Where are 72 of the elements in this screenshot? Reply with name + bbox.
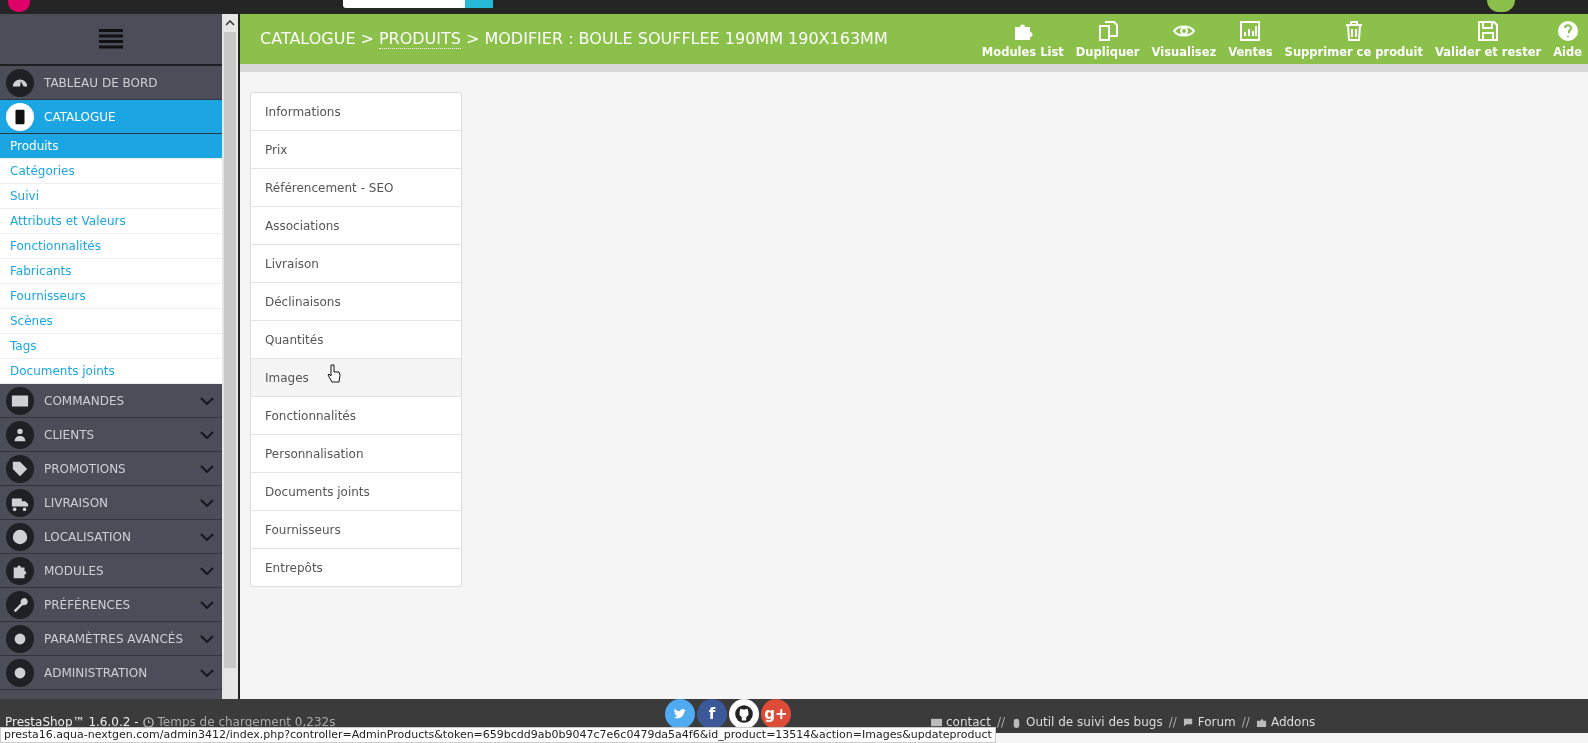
twitter-icon[interactable] xyxy=(665,699,695,729)
help-icon xyxy=(1555,19,1580,43)
chat-icon xyxy=(1182,716,1194,728)
tab[interactable]: Fonctionnalités xyxy=(251,397,461,435)
users-icon xyxy=(6,420,34,449)
book-icon xyxy=(6,102,34,131)
separator-text: // xyxy=(1168,715,1177,729)
tab[interactable]: Livraison xyxy=(251,245,461,283)
sidebar-item[interactable]: LOCALISATION xyxy=(0,520,222,554)
submenu-item[interactable]: Fabricants xyxy=(0,259,222,284)
envelope-icon xyxy=(931,716,942,728)
avatar-icon[interactable] xyxy=(1487,0,1515,12)
tab[interactable]: Associations xyxy=(251,207,461,245)
breadcrumb-text: > MODIFIER : BOULE SOUFFLEE 190MM 190X163MM xyxy=(465,29,888,49)
tab[interactable]: Documents joints xyxy=(251,473,461,511)
logo-icon xyxy=(8,0,30,12)
footer-link[interactable]: Forum xyxy=(1197,715,1236,729)
github-icon[interactable] xyxy=(729,699,759,729)
puzzle-icon xyxy=(1255,716,1267,728)
sidebar-item[interactable]: CATALOGUE xyxy=(0,100,222,134)
truck-icon xyxy=(6,488,34,517)
google-plus-icon[interactable]: g+ xyxy=(761,699,791,729)
footer-link[interactable]: Outil de suivi des bugs xyxy=(1026,715,1163,729)
submenu-item[interactable]: Fonctionnalités xyxy=(0,234,222,259)
search-field[interactable] xyxy=(343,0,465,8)
gauge-icon xyxy=(6,68,34,97)
tab[interactable]: Images xyxy=(251,359,461,397)
tag-icon xyxy=(6,454,34,483)
submenu-item[interactable]: Documents joints xyxy=(0,359,222,384)
submenu-item[interactable]: Catégories xyxy=(0,159,222,184)
footer-link[interactable]: contact xyxy=(946,715,991,729)
submenu-item[interactable]: Tags xyxy=(0,334,222,359)
sidebar-item[interactable]: MODULES xyxy=(0,554,222,588)
tab[interactable]: Fournisseurs xyxy=(251,511,461,549)
save-icon xyxy=(1476,19,1500,43)
tab[interactable]: Entrepôts xyxy=(251,549,461,586)
load-time-text: Temps de chargement 0,232s xyxy=(157,715,336,729)
version-text: PrestaShop™ 1.6.0.2 - xyxy=(5,715,139,729)
submenu-item[interactable]: Attributs et Valeurs xyxy=(0,209,222,234)
tab[interactable]: Personnalisation xyxy=(251,435,461,473)
clock-icon xyxy=(142,716,154,728)
breadcrumb-text: CATALOGUE xyxy=(260,29,356,49)
scrollbar[interactable] xyxy=(222,14,240,699)
tab[interactable]: Référencement - SEO xyxy=(251,169,461,207)
wrench-icon xyxy=(6,590,34,619)
credit-card-icon xyxy=(6,386,34,415)
breadcrumb-text: > xyxy=(360,29,374,49)
hand-cursor-icon xyxy=(327,364,341,384)
sidebar-item[interactable]: PARAMÈTRES AVANCÉS xyxy=(0,622,222,656)
separator-text: // xyxy=(1241,715,1250,729)
sidebar-item[interactable]: ADMINISTRATION xyxy=(0,656,222,690)
scroll-up-icon[interactable] xyxy=(225,20,235,26)
sidebar-item[interactable]: COMMANDES xyxy=(0,384,222,418)
submenu-item[interactable]: Produits xyxy=(0,134,222,159)
sidebar-item[interactable]: CLIENTS xyxy=(0,418,222,452)
tab[interactable]: Prix xyxy=(251,131,461,169)
submenu-item[interactable]: Fournisseurs xyxy=(0,284,222,309)
puzzle-icon xyxy=(6,556,34,585)
bar-chart-icon xyxy=(1238,19,1263,43)
tab[interactable]: Informations xyxy=(251,93,461,131)
sidebar-item[interactable]: TABLEAU DE BORD xyxy=(0,66,222,100)
sidebar-item[interactable]: PRÉFÉRENCES xyxy=(0,588,222,622)
sidebar-item[interactable]: PROMOTIONS xyxy=(0,452,222,486)
footer-link[interactable]: Addons xyxy=(1270,715,1316,729)
sidebar-item[interactable]: LIVRAISON xyxy=(0,486,222,520)
submenu-item[interactable]: Scènes xyxy=(0,309,222,334)
status-url-text: presta16.aqua-nextgen.com/admin3412/index.php?controller=AdminProducts&token=659bcdd9ab0b9047c7e6c0479da5a4f6&id_product=13514&action=Images&updateproduct xyxy=(0,727,996,743)
facebook-icon[interactable]: f xyxy=(697,699,727,729)
scroll-thumb[interactable] xyxy=(224,32,236,668)
separator-text: // xyxy=(996,715,1005,729)
submenu-item[interactable]: Suivi xyxy=(0,184,222,209)
tab[interactable]: Déclinaisons xyxy=(251,283,461,321)
